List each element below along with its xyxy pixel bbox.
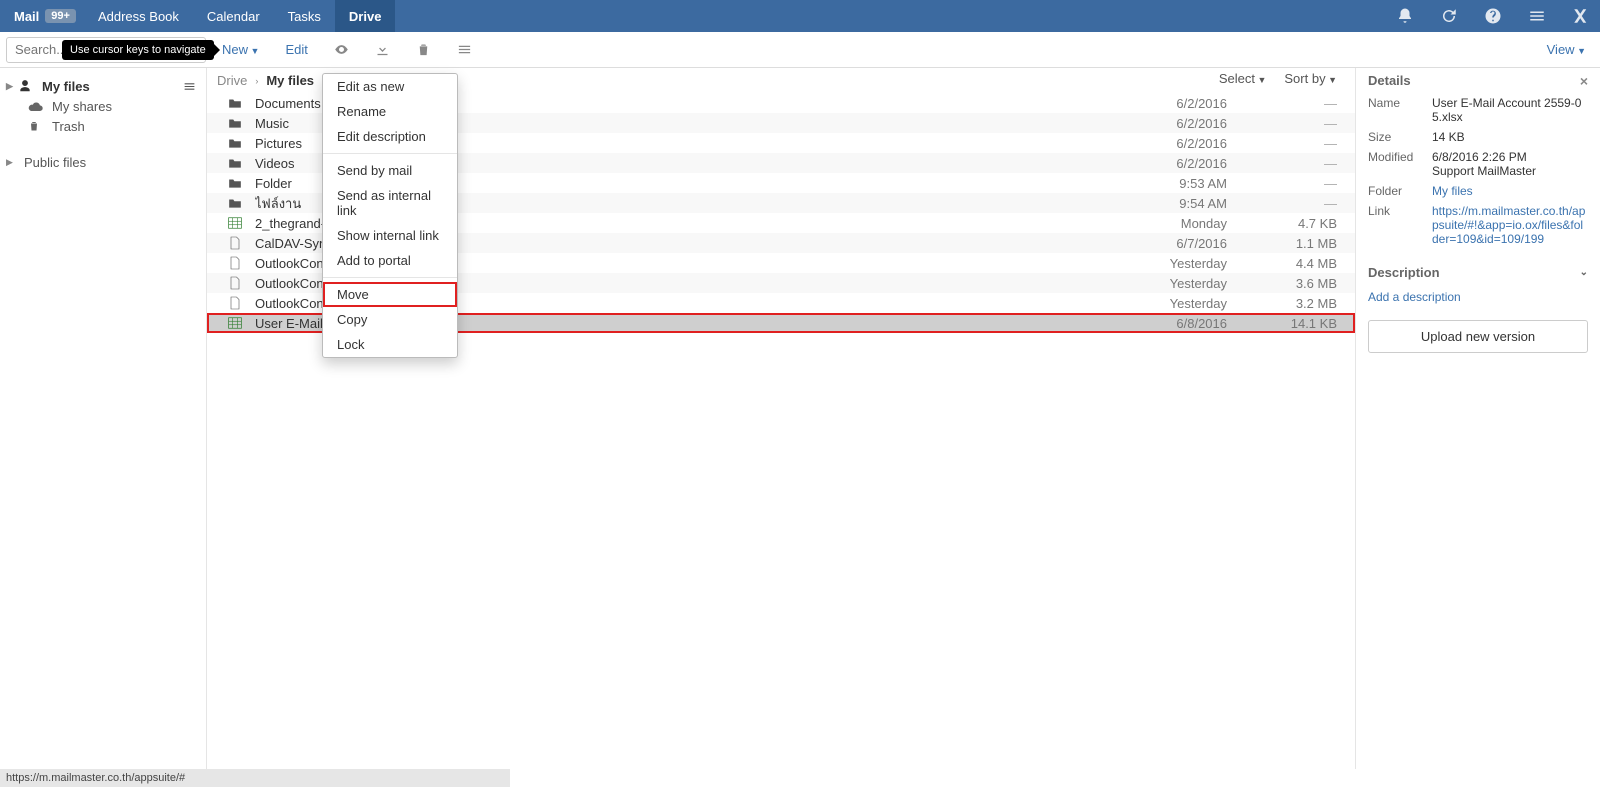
menu-item-edit-description[interactable]: Edit description [323, 124, 457, 149]
status-bar: https://m.mailmaster.co.th/appsuite/# [0, 769, 510, 787]
menu-item-show-internal-link[interactable]: Show internal link [323, 223, 457, 248]
details-size: 14 KB [1432, 130, 1588, 144]
folder-icon [225, 157, 245, 169]
breadcrumb-current: My files [266, 73, 314, 88]
file-date: Yesterday [1127, 256, 1227, 271]
sidebar-myshares[interactable]: My shares [0, 96, 206, 116]
file-icon [225, 296, 245, 310]
toolbar: Use cursor keys to navigate New Edit Vie… [0, 32, 1600, 68]
hamburger-icon[interactable] [183, 80, 196, 93]
details-folder-link[interactable]: My files [1432, 184, 1588, 198]
menu-item-move[interactable]: Move [323, 282, 457, 307]
details-name: User E-Mail Account 2559-05.xlsx [1432, 96, 1588, 124]
new-button[interactable]: New [222, 42, 259, 57]
file-date: 6/2/2016 [1127, 156, 1227, 171]
sortby-dropdown[interactable]: Sort by [1284, 71, 1337, 86]
hamburger-icon[interactable] [457, 42, 472, 57]
menu-item-send-by-mail[interactable]: Send by mail [323, 158, 457, 183]
menu-item-send-as-internal-link[interactable]: Send as internal link [323, 183, 457, 223]
menu-item-rename[interactable]: Rename [323, 99, 457, 124]
file-size: — [1227, 156, 1337, 171]
spreadsheet-icon [225, 317, 245, 329]
menu-item-copy[interactable]: Copy [323, 307, 457, 332]
trash-icon [28, 119, 44, 133]
view-dropdown[interactable]: View [1547, 42, 1586, 57]
edit-button[interactable]: Edit [285, 42, 307, 57]
top-navigation: Mail 99+ Address Book Calendar Tasks Dri… [0, 0, 1600, 32]
cloud-icon [28, 100, 44, 112]
file-size: — [1227, 96, 1337, 111]
details-link[interactable]: https://m.mailmaster.co.th/appsuite/#!&a… [1432, 204, 1588, 246]
sidebar-myfiles[interactable]: ▶ My files [0, 76, 206, 96]
file-icon [225, 236, 245, 250]
file-size: — [1227, 116, 1337, 131]
sidebar-trash[interactable]: Trash [0, 116, 206, 136]
select-dropdown[interactable]: Select [1219, 71, 1267, 86]
upload-new-version-button[interactable]: Upload new version [1368, 320, 1588, 353]
mail-badge: 99+ [45, 9, 76, 23]
sidebar-publicfiles[interactable]: ▶ Public files [0, 152, 206, 172]
nav-calendar[interactable]: Calendar [193, 0, 274, 32]
file-date: 9:54 AM [1127, 196, 1227, 211]
refresh-icon[interactable] [1440, 7, 1458, 25]
file-date: 9:53 AM [1127, 176, 1227, 191]
file-icon [225, 256, 245, 270]
bell-icon[interactable] [1396, 7, 1414, 25]
file-date: 6/2/2016 [1127, 136, 1227, 151]
details-title: Details [1368, 73, 1411, 88]
details-modified: 6/8/2016 2:26 PMSupport MailMaster [1432, 150, 1588, 178]
menu-item-edit-as-new[interactable]: Edit as new [323, 74, 457, 99]
file-size: — [1227, 176, 1337, 191]
details-panel: Details × NameUser E-Mail Account 2559-0… [1355, 68, 1600, 769]
download-icon[interactable] [375, 42, 390, 57]
file-icon [225, 276, 245, 290]
close-icon[interactable]: × [1580, 73, 1588, 89]
file-size: 1.1 MB [1227, 236, 1337, 251]
trash-icon[interactable] [416, 42, 431, 57]
folder-icon [225, 97, 245, 109]
folder-icon [225, 137, 245, 149]
folder-icon [225, 177, 245, 189]
person-icon [18, 79, 34, 93]
sidebar: ▶ My files My shares Trash ▶ Public [0, 68, 207, 769]
file-size: — [1227, 136, 1337, 151]
file-date: 6/8/2016 [1127, 316, 1227, 331]
file-date: Yesterday [1127, 296, 1227, 311]
file-size: 3.6 MB [1227, 276, 1337, 291]
nav-mail[interactable]: Mail 99+ [0, 0, 84, 32]
file-date: 6/7/2016 [1127, 236, 1227, 251]
nav-tasks[interactable]: Tasks [274, 0, 335, 32]
file-size: 14.1 KB [1227, 316, 1337, 331]
file-size: — [1227, 196, 1337, 211]
file-date: Yesterday [1127, 276, 1227, 291]
menu-icon[interactable] [1528, 7, 1546, 25]
menu-item-add-to-portal[interactable]: Add to portal [323, 248, 457, 273]
file-date: 6/2/2016 [1127, 116, 1227, 131]
file-date: Monday [1127, 216, 1227, 231]
nav-drive[interactable]: Drive [335, 0, 396, 32]
description-section-toggle[interactable]: Description⌄ [1368, 261, 1588, 284]
file-size: 4.4 MB [1227, 256, 1337, 271]
file-date: 6/2/2016 [1127, 96, 1227, 111]
search-tooltip: Use cursor keys to navigate [62, 40, 214, 60]
breadcrumb-root[interactable]: Drive [217, 73, 247, 88]
menu-item-lock[interactable]: Lock [323, 332, 457, 357]
file-size: 4.7 KB [1227, 216, 1337, 231]
logo-icon[interactable] [1572, 7, 1590, 25]
folder-icon [225, 117, 245, 129]
folder-icon [225, 197, 245, 209]
preview-icon[interactable] [334, 42, 349, 57]
add-description-link[interactable]: Add a description [1368, 284, 1588, 310]
file-size: 3.2 MB [1227, 296, 1337, 311]
spreadsheet-icon [225, 217, 245, 229]
context-menu: Edit as newRenameEdit description Send by… [322, 73, 458, 358]
nav-address-book[interactable]: Address Book [84, 0, 193, 32]
help-icon[interactable] [1484, 7, 1502, 25]
